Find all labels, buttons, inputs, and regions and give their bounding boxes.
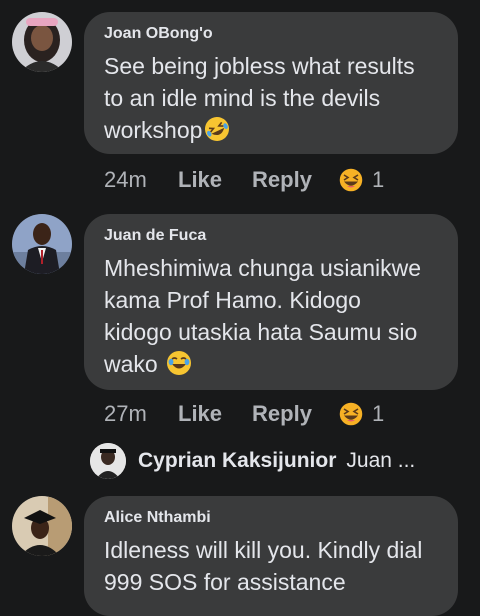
avatar[interactable]	[12, 496, 72, 556]
comment-text-segment: workshop	[104, 117, 203, 143]
comment-timestamp[interactable]: 24m	[104, 167, 178, 193]
comment-text-line: Idleness will kill you. Kindly dial	[104, 537, 423, 563]
comment-timestamp[interactable]: 27m	[104, 401, 178, 427]
comment-bubble[interactable]: Alice Nthambi Idleness will kill you. Ki…	[84, 496, 458, 616]
comment-text-line: 999 SOS for assistance	[104, 569, 346, 595]
comment-text-segment: wako	[104, 351, 158, 377]
avatar[interactable]	[12, 12, 72, 72]
comment-bubble[interactable]: Juan de Fuca Mheshimiwa chunga usianikwe…	[84, 214, 458, 390]
comment-text-line: See being jobless what results	[104, 53, 415, 79]
comment-text-line: workshop	[104, 114, 438, 146]
reply-preview[interactable]: Cyprian Kaksijunior Juan ...	[90, 443, 470, 479]
comment-bubble[interactable]: Joan OBong'o See being jobless what resu…	[84, 12, 458, 154]
like-button[interactable]: Like	[178, 167, 222, 193]
reactions-summary[interactable]: 1	[338, 401, 384, 427]
reaction-count: 1	[371, 167, 385, 192]
reply-author[interactable]: Cyprian Kaksijunior	[138, 449, 336, 473]
comment-actions: 24m Like Reply 1	[104, 167, 384, 193]
reaction-count: 1	[371, 401, 385, 426]
haha-reaction-icon	[338, 167, 364, 193]
avatar[interactable]	[12, 214, 72, 274]
comment-author[interactable]: Joan OBong'o	[104, 24, 438, 44]
comment-text-line: Mheshimiwa chunga usianikwe	[104, 255, 422, 281]
reply-snippet: Juan ...	[346, 449, 416, 472]
comment-text-line: kama Prof Hamo. Kidogo	[104, 287, 361, 313]
comment-text-line: wako	[104, 348, 438, 380]
haha-reaction-icon	[338, 401, 364, 427]
reactions-summary[interactable]: 1	[338, 167, 384, 193]
comment-actions: 27m Like Reply 1	[104, 401, 384, 427]
face-with-tears-of-joy-emoji	[167, 351, 192, 375]
reply-button[interactable]: Reply	[252, 401, 312, 427]
comment-text: Idleness will kill you. Kindly dial 999 …	[104, 534, 438, 598]
comment-author[interactable]: Alice Nthambi	[104, 508, 438, 528]
like-button[interactable]: Like	[178, 401, 222, 427]
comment-text: See being jobless what results to an idl…	[104, 50, 438, 146]
comment-text-line: kidogo utaskia hata Saumu sio	[104, 319, 418, 345]
comment-text: Mheshimiwa chunga usianikwe kama Prof Ha…	[104, 252, 438, 380]
avatar	[90, 443, 126, 479]
comment-text-line: to an idle mind is the devils	[104, 85, 381, 111]
reply-button[interactable]: Reply	[252, 167, 312, 193]
rolling-on-floor-laughing-emoji	[205, 117, 230, 141]
comment-author[interactable]: Juan de Fuca	[104, 226, 438, 246]
